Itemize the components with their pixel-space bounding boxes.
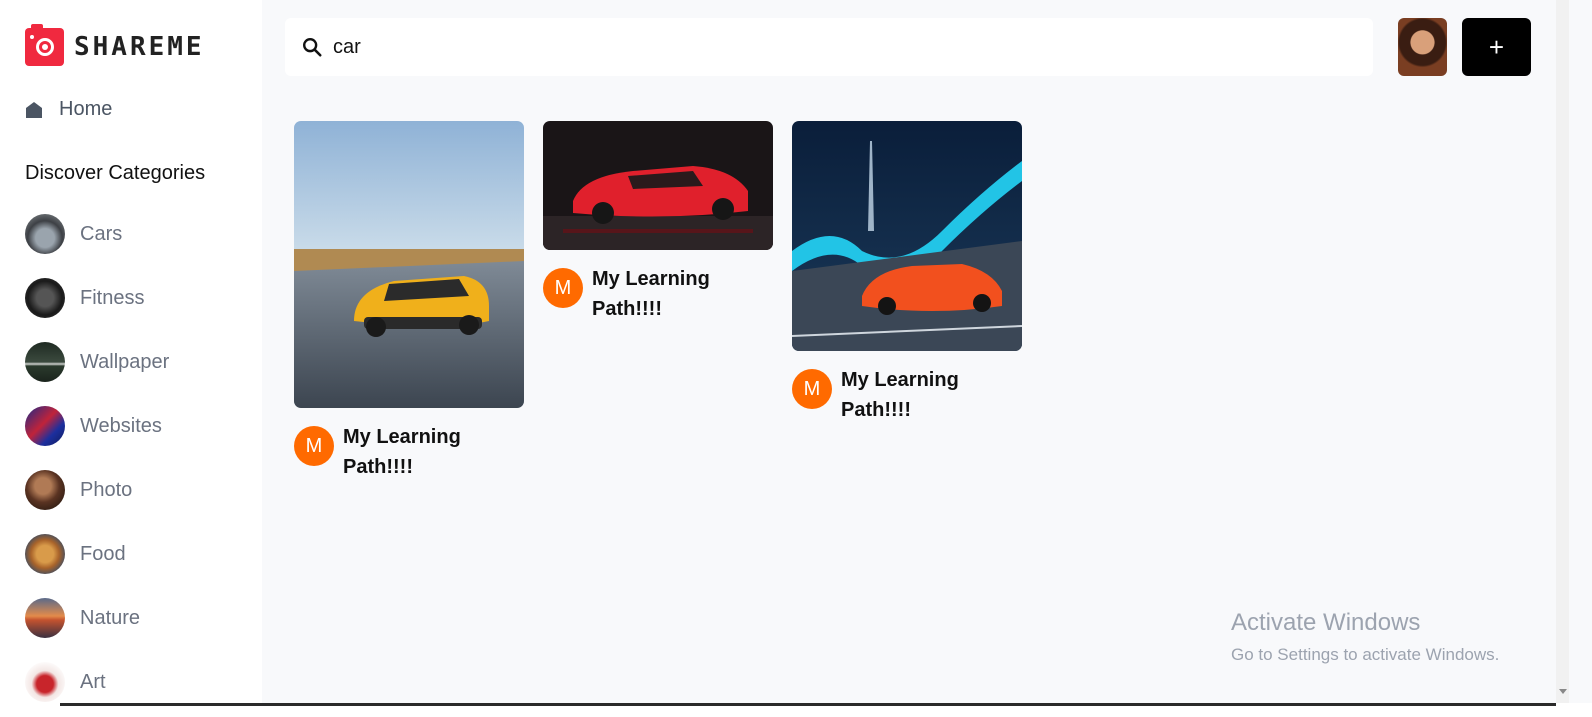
activate-windows-watermark: Activate Windows Go to Settings to activ… <box>1231 609 1499 665</box>
sidebar-item-wallpaper[interactable]: Wallpaper <box>25 342 169 382</box>
pin-image[interactable] <box>792 121 1022 351</box>
pin-card[interactable]: M My Learning Path!!!! <box>792 121 1022 425</box>
sidebar-item-label: Nature <box>80 606 141 629</box>
scroll-down-icon[interactable] <box>1559 689 1567 694</box>
sidebar-item-label: Photo <box>80 478 133 501</box>
sidebar-item-food[interactable]: Food <box>25 534 169 574</box>
category-thumbnail <box>25 598 65 638</box>
search-input[interactable] <box>333 35 1233 59</box>
sidebar-item-fitness[interactable]: Fitness <box>25 278 169 318</box>
sidebar-item-label: Art <box>80 670 106 693</box>
sidebar-item-label: Websites <box>80 414 162 437</box>
avatar[interactable] <box>1398 18 1447 76</box>
watermark-title: Activate Windows <box>1231 609 1421 636</box>
horizontal-scrollbar[interactable] <box>0 703 1592 717</box>
category-thumbnail <box>25 342 65 382</box>
category-list: Cars Fitness Wallpaper Websites Photo Fo… <box>25 214 169 703</box>
category-thumbnail <box>25 278 65 318</box>
category-thumbnail <box>25 214 65 254</box>
pin-title: My Learning Path!!!! <box>343 426 461 478</box>
pin-title: My Learning Path!!!! <box>841 369 959 421</box>
vertical-scrollbar[interactable] <box>1556 0 1569 703</box>
watermark-subtitle: Go to Settings to activate Windows. <box>1231 645 1500 664</box>
sidebar-item-cars[interactable]: Cars <box>25 214 169 254</box>
pin-meta: M My Learning Path!!!! <box>792 365 1022 425</box>
logo[interactable]: SHAREME <box>25 24 205 66</box>
search-bar[interactable] <box>285 18 1373 76</box>
home-icon <box>25 101 43 119</box>
sidebar-item-label: Wallpaper <box>80 350 170 373</box>
pin-meta: M My Learning Path!!!! <box>543 264 773 324</box>
camera-icon <box>25 24 64 66</box>
pin-meta: M My Learning Path!!!! <box>294 422 524 482</box>
author-avatar[interactable]: M <box>543 268 583 308</box>
logo-text: SHAREME <box>74 32 205 62</box>
sidebar-item-home[interactable]: Home <box>25 98 112 121</box>
pin-card[interactable]: M My Learning Path!!!! <box>543 121 773 324</box>
sidebar-item-websites[interactable]: Websites <box>25 406 169 446</box>
pin-image[interactable] <box>543 121 773 250</box>
category-thumbnail <box>25 406 65 446</box>
pin-title: My Learning Path!!!! <box>592 268 710 320</box>
search-icon <box>303 38 322 57</box>
sidebar-item-label: Home <box>59 98 113 120</box>
pin-card[interactable]: M My Learning Path!!!! <box>294 121 524 482</box>
sidebar-item-nature[interactable]: Nature <box>25 598 169 638</box>
author-avatar[interactable]: M <box>792 369 832 409</box>
sidebar-item-label: Cars <box>80 222 123 245</box>
sidebar: SHAREME Home Discover Categories Cars Fi… <box>0 0 262 703</box>
sidebar-item-art[interactable]: Art <box>25 662 169 702</box>
category-thumbnail <box>25 470 65 510</box>
author-avatar[interactable]: M <box>294 426 334 466</box>
add-pin-button[interactable]: + <box>1462 18 1531 76</box>
sidebar-item-label: Food <box>80 542 126 565</box>
sidebar-item-photo[interactable]: Photo <box>25 470 169 510</box>
category-thumbnail <box>25 534 65 574</box>
sidebar-item-label: Fitness <box>80 286 145 309</box>
discover-heading: Discover Categories <box>25 162 206 184</box>
category-thumbnail <box>25 662 65 702</box>
pin-image[interactable] <box>294 121 524 408</box>
